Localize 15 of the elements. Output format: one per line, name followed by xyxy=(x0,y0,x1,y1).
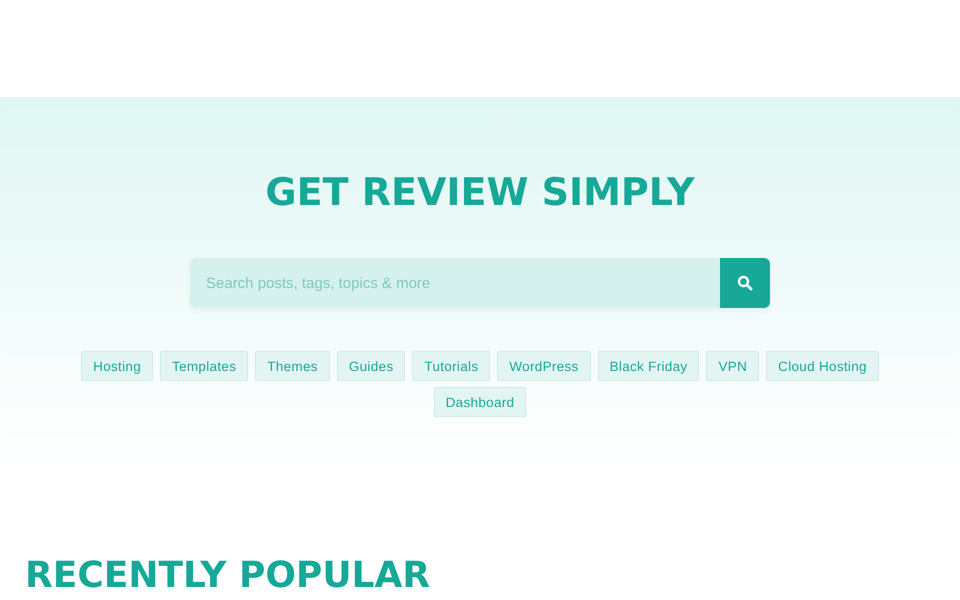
tag-link[interactable]: Hosting xyxy=(81,351,154,381)
search-button[interactable] xyxy=(720,258,770,308)
tag-link[interactable]: WordPress xyxy=(497,351,591,381)
tag-link[interactable]: Themes xyxy=(255,351,330,381)
search-icon xyxy=(737,275,753,291)
tag-link[interactable]: Dashboard xyxy=(434,387,526,417)
hero-title: GET REVIEW SIMPLY xyxy=(265,170,695,214)
tag-link[interactable]: Black Friday xyxy=(598,351,700,381)
tag-link[interactable]: VPN xyxy=(706,351,760,381)
section-heading: RECENTLY POPULAR xyxy=(25,555,430,596)
tag-link[interactable]: Guides xyxy=(336,351,406,381)
tag-link[interactable]: Templates xyxy=(160,351,248,381)
tag-link[interactable]: Tutorials xyxy=(412,351,490,381)
search-field[interactable]: Search posts, tags, topics & more xyxy=(190,258,720,308)
tag-link[interactable]: Cloud Hosting xyxy=(766,351,879,381)
